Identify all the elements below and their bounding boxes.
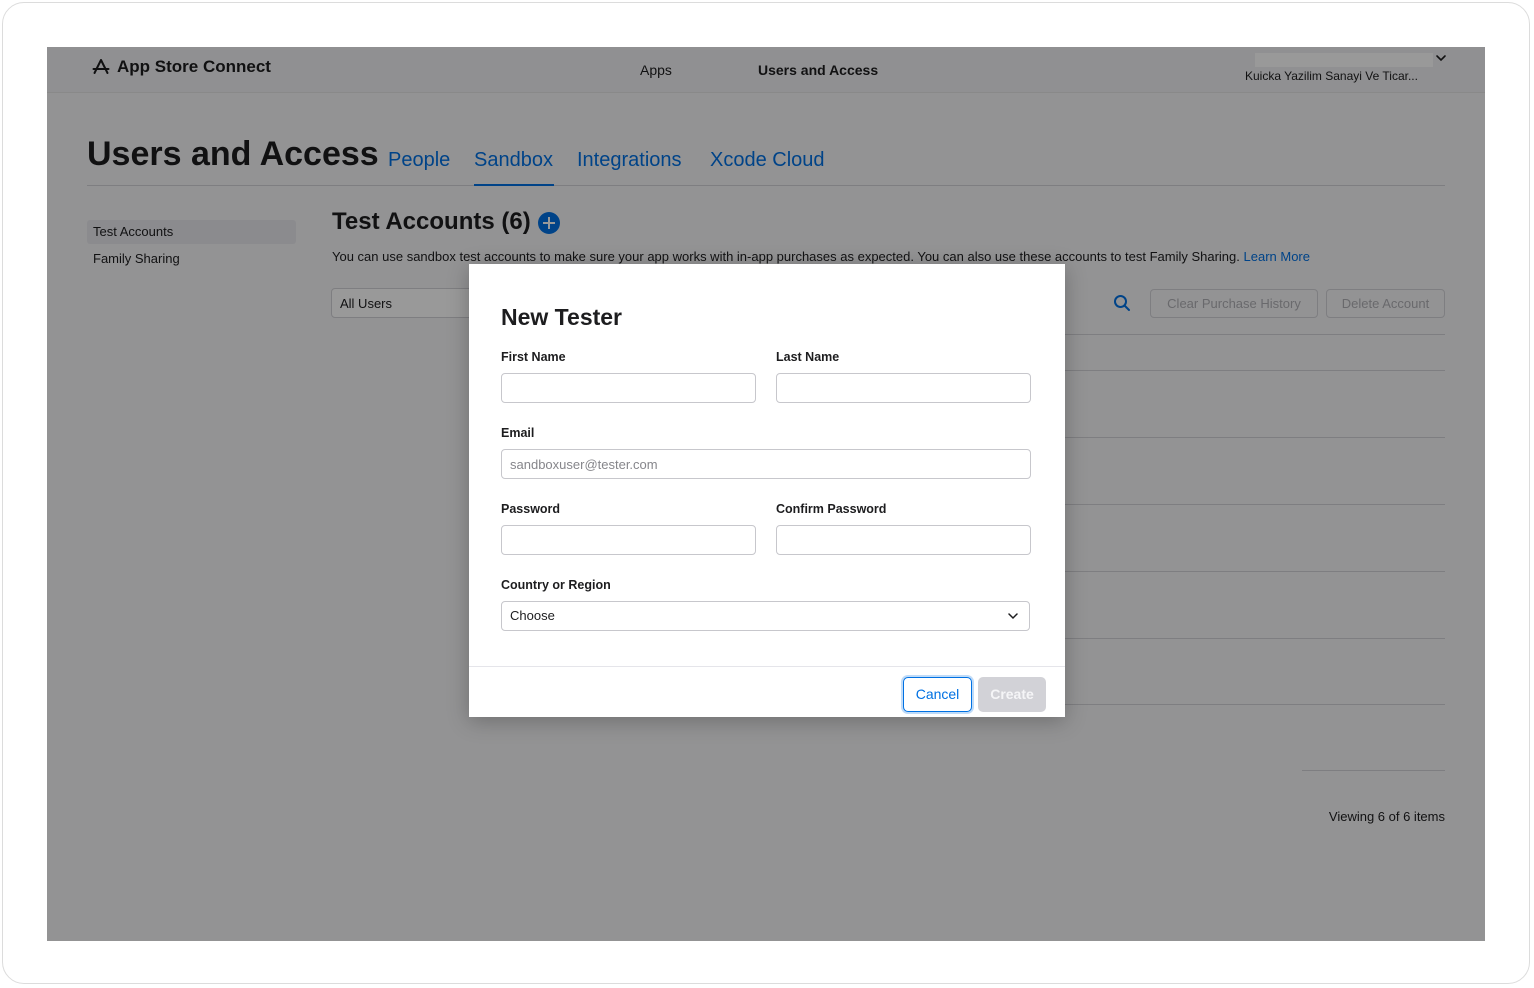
confirm-password-field[interactable] bbox=[776, 525, 1031, 555]
country-select[interactable]: Choose bbox=[501, 601, 1030, 631]
country-label: Country or Region bbox=[501, 578, 611, 592]
first-name-label: First Name bbox=[501, 350, 566, 364]
first-name-field[interactable] bbox=[501, 373, 756, 403]
confirm-password-label: Confirm Password bbox=[776, 502, 887, 516]
cancel-button[interactable]: Cancel bbox=[903, 677, 972, 712]
last-name-label: Last Name bbox=[776, 350, 840, 364]
password-field[interactable] bbox=[501, 525, 756, 555]
password-label: Password bbox=[501, 502, 561, 516]
country-select-value: Choose bbox=[510, 608, 555, 623]
last-name-field[interactable] bbox=[776, 373, 1031, 403]
chevron-down-icon bbox=[1008, 613, 1018, 620]
dialog-footer-divider bbox=[469, 666, 1065, 667]
create-button[interactable]: Create bbox=[978, 677, 1046, 712]
dialog-title: New Tester bbox=[501, 304, 623, 330]
email-field[interactable] bbox=[501, 449, 1031, 479]
email-label: Email bbox=[501, 426, 535, 440]
new-tester-dialog: New Tester First Name Last Name Email Pa… bbox=[469, 264, 1065, 717]
